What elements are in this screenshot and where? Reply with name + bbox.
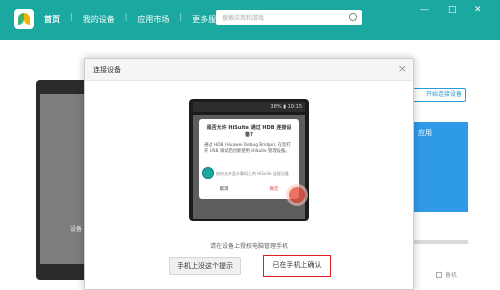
apps-tile[interactable]: 应用 — [412, 122, 468, 212]
backup-label: 备机 — [445, 272, 458, 279]
phone-screen: 是否允许 HiSuite 通过 HDB 连接设备? 通过 HDB (Huawei… — [193, 115, 305, 219]
close-window-button[interactable]: ✕ — [474, 5, 482, 15]
phone-illustration: 38% ▮ 10:15 是否允许 HiSuite 通过 HDB 连接设备? 通过… — [189, 99, 309, 221]
dialog-close-icon[interactable]: × — [398, 62, 407, 75]
phone-auth-popup: 是否允许 HiSuite 通过 HDB 连接设备? 通过 HDB (Huawei… — [199, 119, 299, 199]
device-screen: 设备 — [40, 94, 84, 264]
backup-link[interactable]: 备机 — [436, 270, 457, 279]
nav-home[interactable]: 首页 — [40, 12, 64, 27]
confirmed-on-phone-button[interactable]: 已在手机上确认 — [263, 255, 331, 277]
nav-my-devices[interactable]: 我的设备 — [79, 12, 119, 27]
popup-checkbox-label: 始终允许此计算机上的 HiSuite 连接设备 — [216, 171, 289, 176]
dialog-title: 连接设备 — [93, 66, 121, 74]
dialog-header: 连接设备 × — [85, 59, 413, 81]
connect-device-dialog: 连接设备 × 38% ▮ 10:15 是否允许 HiSuite 通过 HDB 连… — [84, 58, 414, 290]
minimize-button[interactable]: — — [420, 5, 429, 15]
search-input[interactable]: 搜索应用和游戏 — [216, 10, 362, 25]
no-prompt-button[interactable]: 手机上没这个提示 — [169, 257, 241, 275]
connect-device-button[interactable]: 开始连接设备 — [408, 88, 466, 102]
dialog-instruction: 请在设备上授权电脑管理手机 — [209, 243, 288, 250]
app-logo — [14, 9, 34, 29]
tap-indicator-icon — [289, 187, 305, 203]
title-bar: 首页 | 我的设备 | 应用市场 | 更多服务 搜索应用和游戏 — □ ✕ — [0, 0, 500, 40]
popup-checkbox-row: 始终允许此计算机上的 HiSuite 连接设备 — [202, 167, 289, 179]
search-icon[interactable] — [349, 13, 357, 21]
device-preview: 设备 — [36, 80, 88, 280]
checkbox-icon — [202, 167, 214, 179]
main-nav: 首页 | 我的设备 | 应用市场 | 更多服务 — [40, 12, 228, 27]
popup-description: 通过 HDB (Huawei Debug Bridge), 在您打开 USB 调… — [204, 143, 291, 154]
phone-status-bar: 38% ▮ 10:15 — [193, 102, 305, 112]
storage-bar — [412, 240, 468, 244]
popup-buttons: 取消 确定 — [204, 184, 294, 195]
nav-app-market[interactable]: 应用市场 — [133, 12, 173, 27]
popup-confirm-button: 确定 — [269, 187, 279, 192]
maximize-button[interactable]: □ — [448, 5, 457, 15]
popup-cancel-button: 取消 — [219, 187, 229, 192]
device-label: 设备 — [70, 226, 83, 233]
popup-title: 是否允许 HiSuite 通过 HDB 连接设备? — [206, 125, 292, 138]
search-placeholder: 搜索应用和游戏 — [222, 15, 265, 22]
backup-icon — [436, 272, 442, 278]
